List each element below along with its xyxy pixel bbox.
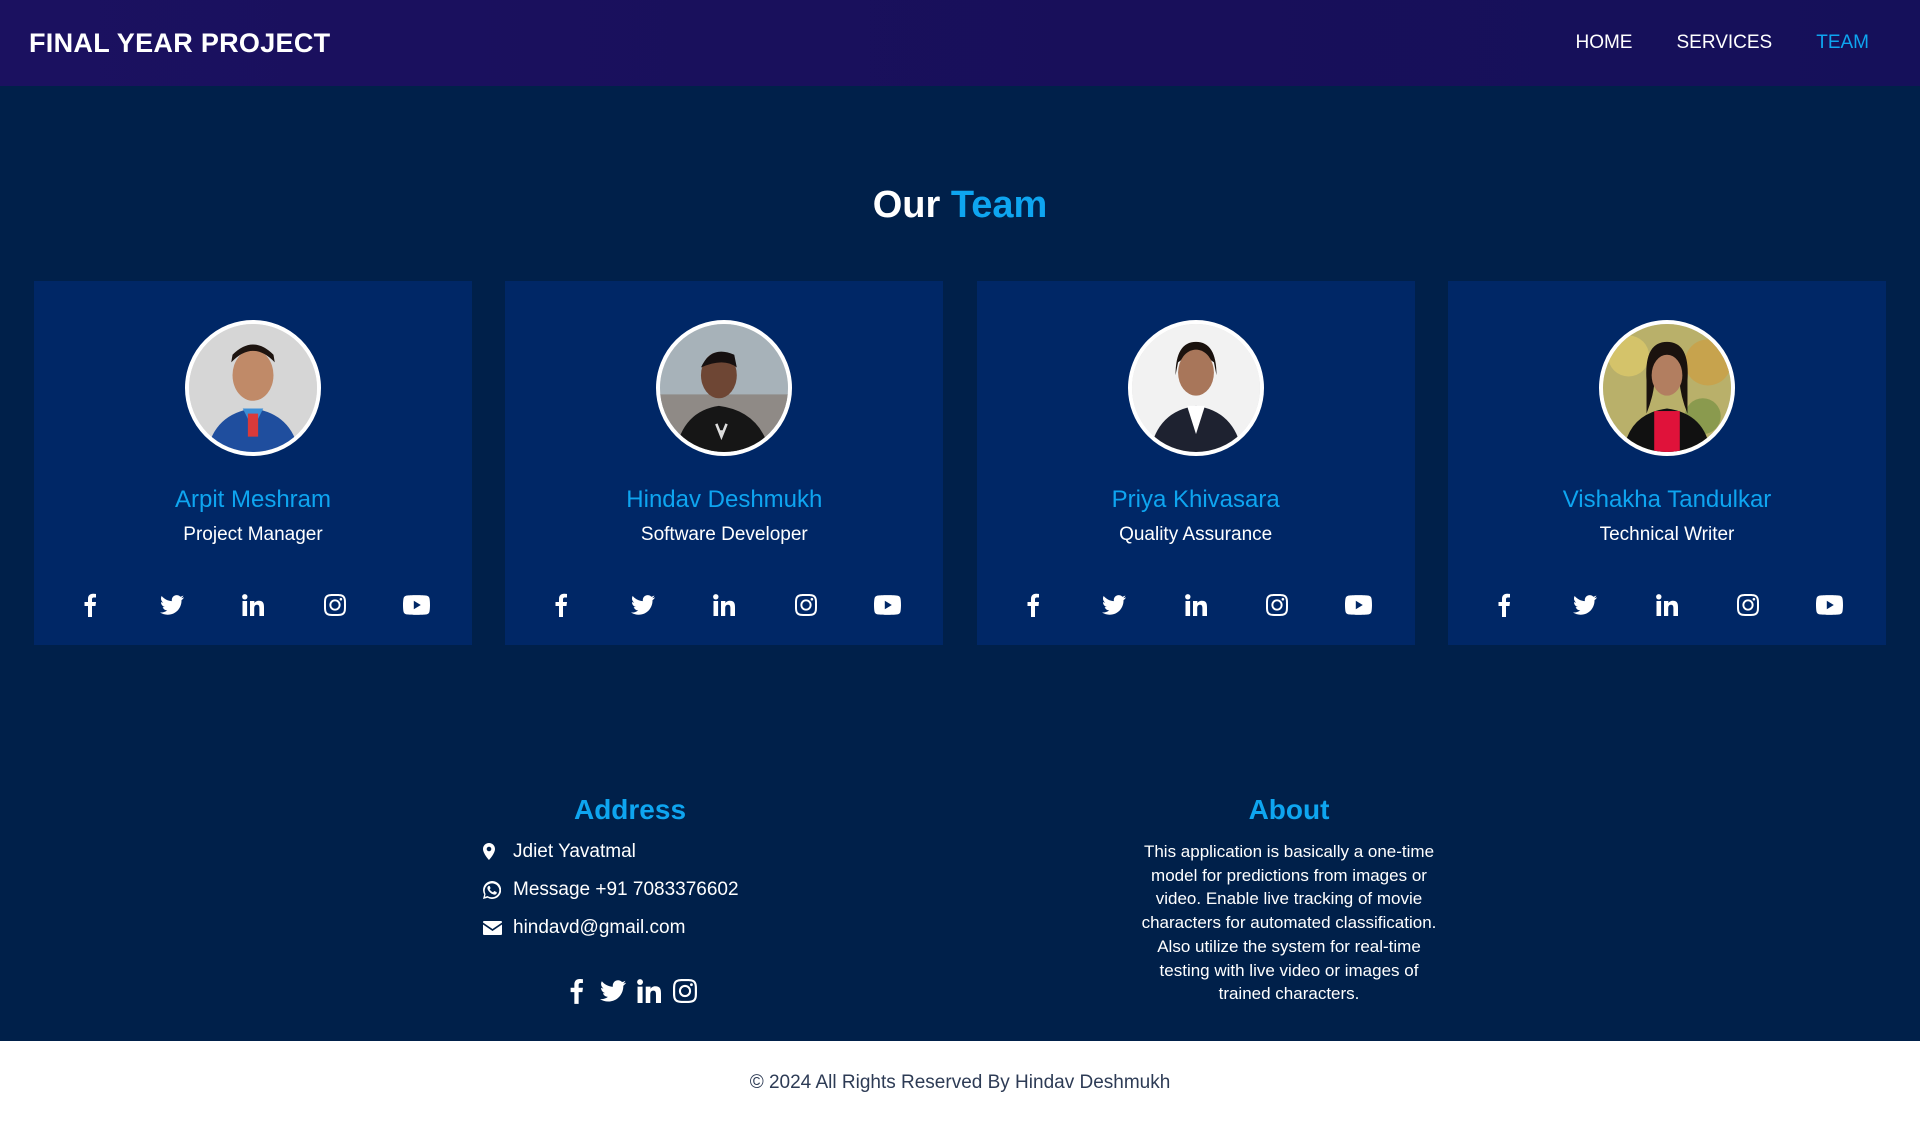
member-photo: [1131, 324, 1260, 452]
linkedin-icon[interactable]: [1179, 588, 1213, 622]
facebook-icon[interactable]: [73, 588, 107, 622]
whatsapp-icon: [483, 880, 505, 899]
facebook-icon[interactable]: [544, 588, 578, 622]
email-text[interactable]: hindavd@gmail.com: [513, 917, 685, 939]
avatar: [1598, 320, 1735, 456]
member-role: Technical Writer: [1599, 524, 1735, 545]
member-socials: [73, 588, 433, 622]
navbar: FINAL YEAR PROJECT HOME SERVICES TEAM: [0, 0, 1920, 86]
twitter-icon[interactable]: [1097, 588, 1131, 622]
member-photo: [1602, 324, 1731, 452]
map-marker-icon: [483, 843, 505, 860]
linkedin-icon[interactable]: [707, 588, 741, 622]
member-name: Vishakha Tandulkar: [1562, 486, 1772, 513]
member-name: Hindav Deshmukh: [626, 486, 823, 513]
avatar: [185, 320, 321, 456]
member-name: Arpit Meshram: [174, 486, 332, 513]
instagram-icon[interactable]: [789, 588, 823, 622]
youtube-icon[interactable]: [399, 588, 433, 622]
member-role: Quality Assurance: [1119, 524, 1273, 545]
about-text: This application is basically a one-time…: [1141, 842, 1437, 1004]
instagram-icon[interactable]: [671, 976, 698, 1006]
twitter-icon[interactable]: [1568, 588, 1602, 622]
twitter-icon[interactable]: [155, 588, 189, 622]
avatar: [1127, 320, 1264, 456]
nav-services[interactable]: SERVICES: [1676, 32, 1772, 54]
brand-title[interactable]: FINAL YEAR PROJECT: [29, 28, 330, 59]
member-role: Software Developer: [640, 524, 808, 545]
phone-text[interactable]: Message +91 7083376602: [513, 879, 739, 901]
facebook-icon[interactable]: [1487, 588, 1521, 622]
youtube-icon[interactable]: [1342, 588, 1376, 622]
member-socials: [1016, 588, 1376, 622]
instagram-icon[interactable]: [1260, 588, 1294, 622]
twitter-icon[interactable]: [626, 588, 660, 622]
email-line: hindavd@gmail.com: [483, 916, 739, 939]
title-prefix: Our: [872, 184, 941, 226]
linkedin-icon[interactable]: [1650, 588, 1684, 622]
copyright-bar: © 2024 All Rights Reserved By Hindav Des…: [0, 1041, 1920, 1124]
title-accent: Team: [950, 184, 1048, 226]
copyright-text: © 2024 All Rights Reserved By Hindav Des…: [749, 1071, 1171, 1093]
linkedin-icon[interactable]: [635, 976, 662, 1006]
nav-team[interactable]: TEAM: [1816, 32, 1869, 54]
team-section-title: Our Team: [0, 184, 1920, 227]
team-card: Hindav Deshmukh Software Developer: [505, 281, 944, 645]
footer-socials: [563, 976, 698, 1006]
youtube-icon[interactable]: [1813, 588, 1847, 622]
about-heading: About: [1248, 794, 1330, 825]
member-photo: [660, 324, 789, 452]
facebook-icon[interactable]: [563, 976, 590, 1006]
instagram-icon[interactable]: [318, 588, 352, 622]
envelope-icon: [483, 920, 505, 935]
youtube-icon[interactable]: [870, 588, 904, 622]
team-card: Priya Khivasara Quality Assurance: [976, 281, 1415, 645]
twitter-icon[interactable]: [599, 976, 626, 1006]
linkedin-icon[interactable]: [236, 588, 270, 622]
address-heading: Address: [573, 794, 687, 825]
team-cards: Arpit Meshram Project Manager Hindav Des…: [34, 281, 1886, 645]
member-name: Priya Khivasara: [1111, 486, 1280, 513]
facebook-icon[interactable]: [1016, 588, 1050, 622]
member-photo: [189, 324, 317, 452]
team-card: Arpit Meshram Project Manager: [34, 281, 472, 645]
member-socials: [544, 588, 904, 622]
main-nav: HOME SERVICES TEAM: [1575, 32, 1869, 54]
member-socials: [1487, 588, 1847, 622]
location-text: Jdiet Yavatmal: [513, 840, 636, 862]
instagram-icon[interactable]: [1731, 588, 1765, 622]
avatar: [656, 320, 793, 456]
team-card: Vishakha Tandulkar Technical Writer: [1447, 281, 1886, 645]
nav-home[interactable]: HOME: [1575, 32, 1632, 54]
address-block: Jdiet Yavatmal Message +91 7083376602 hi…: [483, 840, 739, 954]
location-line: Jdiet Yavatmal: [483, 840, 739, 863]
phone-line: Message +91 7083376602: [483, 878, 739, 901]
member-role: Project Manager: [183, 524, 323, 545]
